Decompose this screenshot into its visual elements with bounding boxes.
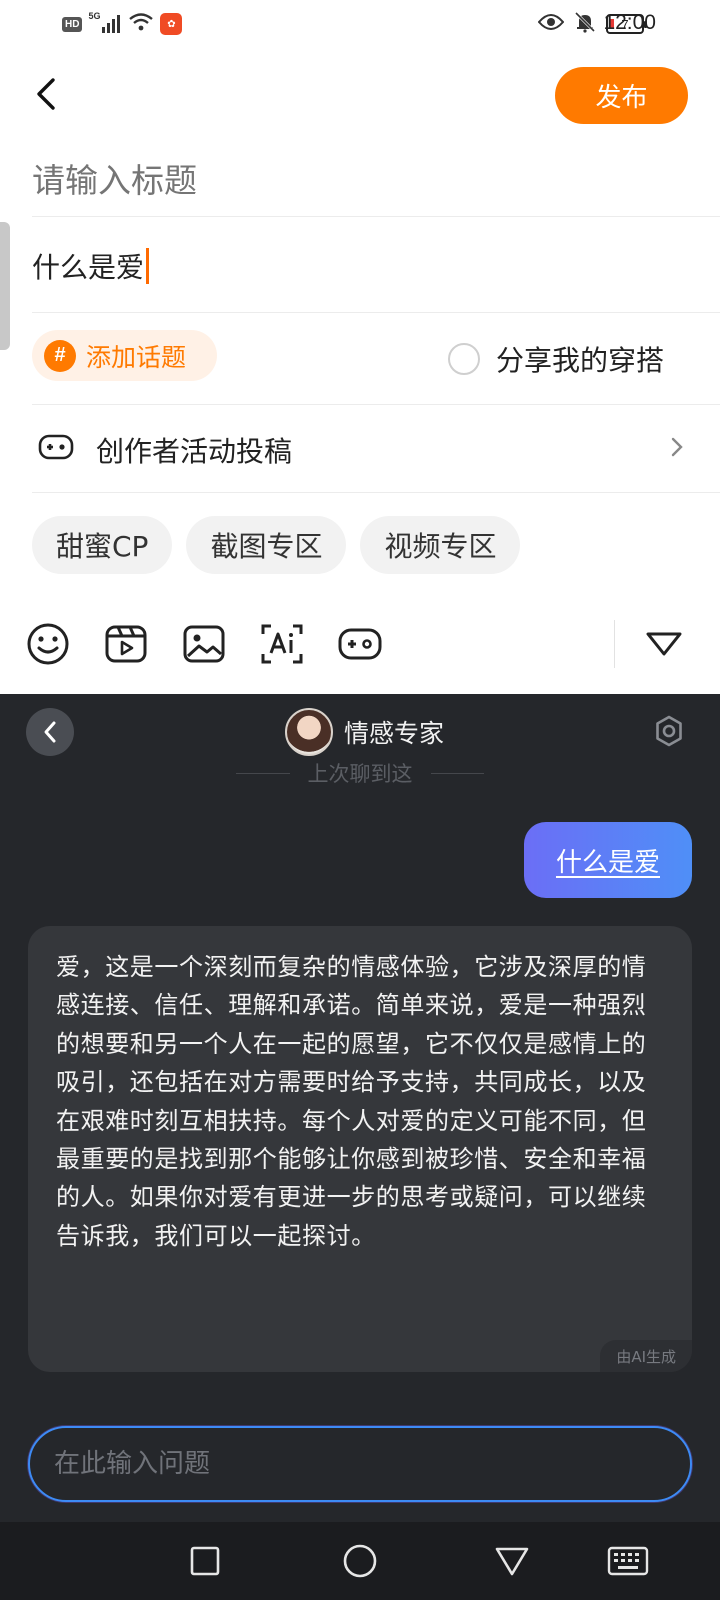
keyboard-icon [607, 1546, 649, 1576]
home-button[interactable] [339, 1540, 381, 1582]
user-message-bubble[interactable]: 什么是爱 [524, 822, 692, 898]
category-chips: 甜蜜CP 截图专区 视频专区 [32, 516, 521, 574]
toolbar-separator [614, 620, 615, 668]
question-input[interactable] [28, 1426, 692, 1502]
game-button[interactable] [336, 620, 384, 668]
keyboard-button[interactable] [606, 1540, 650, 1582]
add-topic-button[interactable]: # 添加话题 [32, 330, 217, 381]
last-chat-divider: 上次聊到这 [236, 758, 484, 788]
image-button[interactable] [180, 620, 228, 668]
triangle-back-icon [495, 1547, 529, 1576]
bot-reply-text: 爱，这是一个深刻而复杂的情感体验，它涉及深厚的情感连接、信任、理解和承诺。简单来… [56, 953, 647, 1250]
title-input[interactable] [32, 150, 688, 210]
mute-bell-icon [574, 11, 596, 37]
ai-button[interactable] [258, 620, 306, 668]
chevron-left-icon [44, 721, 56, 743]
creator-activity-label: 创作者活动投稿 [96, 435, 293, 468]
status-bar: HD 5G ✿ 7 12:00 [0, 0, 720, 48]
add-topic-label: 添加话题 [86, 342, 187, 372]
gear-icon [656, 715, 682, 747]
chip-screenshot[interactable]: 截图专区 [186, 516, 347, 574]
ai-back-button[interactable] [26, 708, 74, 756]
settings-button[interactable] [652, 714, 686, 752]
app-notification-icon: ✿ [160, 13, 183, 35]
chip-video[interactable]: 视频专区 [360, 516, 521, 574]
side-drag-handle[interactable] [0, 222, 10, 350]
body-text-field[interactable]: 什么是爱 [32, 246, 150, 286]
video-icon [105, 625, 147, 663]
creator-activity-row[interactable]: 创作者活动投稿 [0, 406, 720, 492]
last-chat-label: 上次聊到这 [307, 762, 413, 786]
emoji-button[interactable] [24, 620, 72, 668]
hashtag-icon: # [44, 339, 76, 372]
recents-button[interactable] [184, 1540, 226, 1582]
chevron-right-icon [670, 436, 684, 462]
emoji-icon [27, 623, 69, 665]
collapse-button[interactable] [640, 620, 688, 668]
ai-generated-tag: 由AI生成 [600, 1340, 692, 1372]
cell-signal-icon: 5G [88, 11, 122, 35]
share-outfit-label: 分享我的穿搭 [496, 344, 665, 377]
eye-icon [537, 12, 565, 36]
avatar [285, 708, 333, 756]
clock: 12:00 [603, 11, 656, 34]
status-left-icons: HD 5G ✿ [62, 11, 183, 36]
triangle-down-icon [646, 632, 682, 656]
system-nav-bar [0, 1522, 720, 1600]
share-outfit-radio[interactable] [448, 343, 480, 375]
back-button[interactable] [30, 74, 62, 114]
circle-icon [343, 1544, 377, 1578]
square-icon [190, 1546, 220, 1576]
hd-badge: HD [62, 16, 83, 32]
bot-reply-bubble: 爱，这是一个深刻而复杂的情感体验，它涉及深厚的情感连接、信任、理解和承诺。简单来… [28, 926, 692, 1372]
network-type: 5G [88, 11, 101, 21]
divider [32, 216, 720, 217]
gamepad-icon [38, 432, 74, 466]
chevron-left-icon [37, 78, 55, 110]
share-outfit-toggle[interactable]: 分享我的穿搭 [448, 339, 664, 379]
back-nav-button[interactable] [491, 1540, 533, 1582]
video-button[interactable] [102, 620, 150, 668]
chip-sweet-cp[interactable]: 甜蜜CP [32, 516, 173, 574]
divider [32, 492, 720, 493]
ai-chat-panel: 情感专家 上次聊到这 什么是爱 爱，这是一个深刻而复杂的情感体验，它涉及深厚的情… [0, 694, 720, 1522]
publish-button[interactable]: 发布 [555, 67, 688, 124]
ai-icon [261, 624, 303, 664]
bot-name: 情感专家 [344, 719, 445, 748]
wifi-icon [128, 12, 154, 36]
editor-toolbar [0, 598, 720, 694]
body-text: 什么是爱 [32, 251, 145, 284]
image-icon [183, 625, 225, 663]
divider [32, 404, 720, 405]
gamepad-icon [338, 628, 382, 660]
divider [32, 312, 720, 313]
text-caret [146, 248, 150, 284]
